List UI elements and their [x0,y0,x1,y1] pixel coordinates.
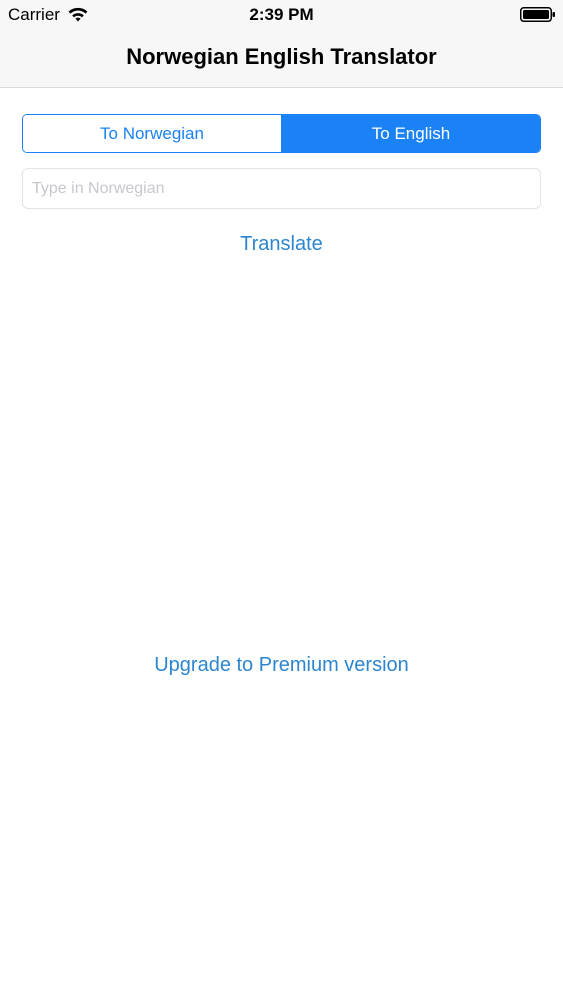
upgrade-premium-button[interactable]: Upgrade to Premium version [0,654,563,677]
clock: 2:39 PM [249,5,314,24]
segment-to-norwegian[interactable]: To Norwegian [23,115,281,152]
translate-button[interactable]: Translate [0,233,563,256]
status-bar: Carrier 2:39 PM [0,0,563,30]
segment-to-english[interactable]: To English [281,115,540,152]
language-direction-control: To Norwegian To English [22,114,541,153]
top-bar: Carrier 2:39 PM Norwegian English Transl… [0,0,563,88]
battery-icon [520,6,556,23]
page-title: Norwegian English Translator [126,44,437,69]
norwegian-text-input[interactable] [22,168,541,209]
